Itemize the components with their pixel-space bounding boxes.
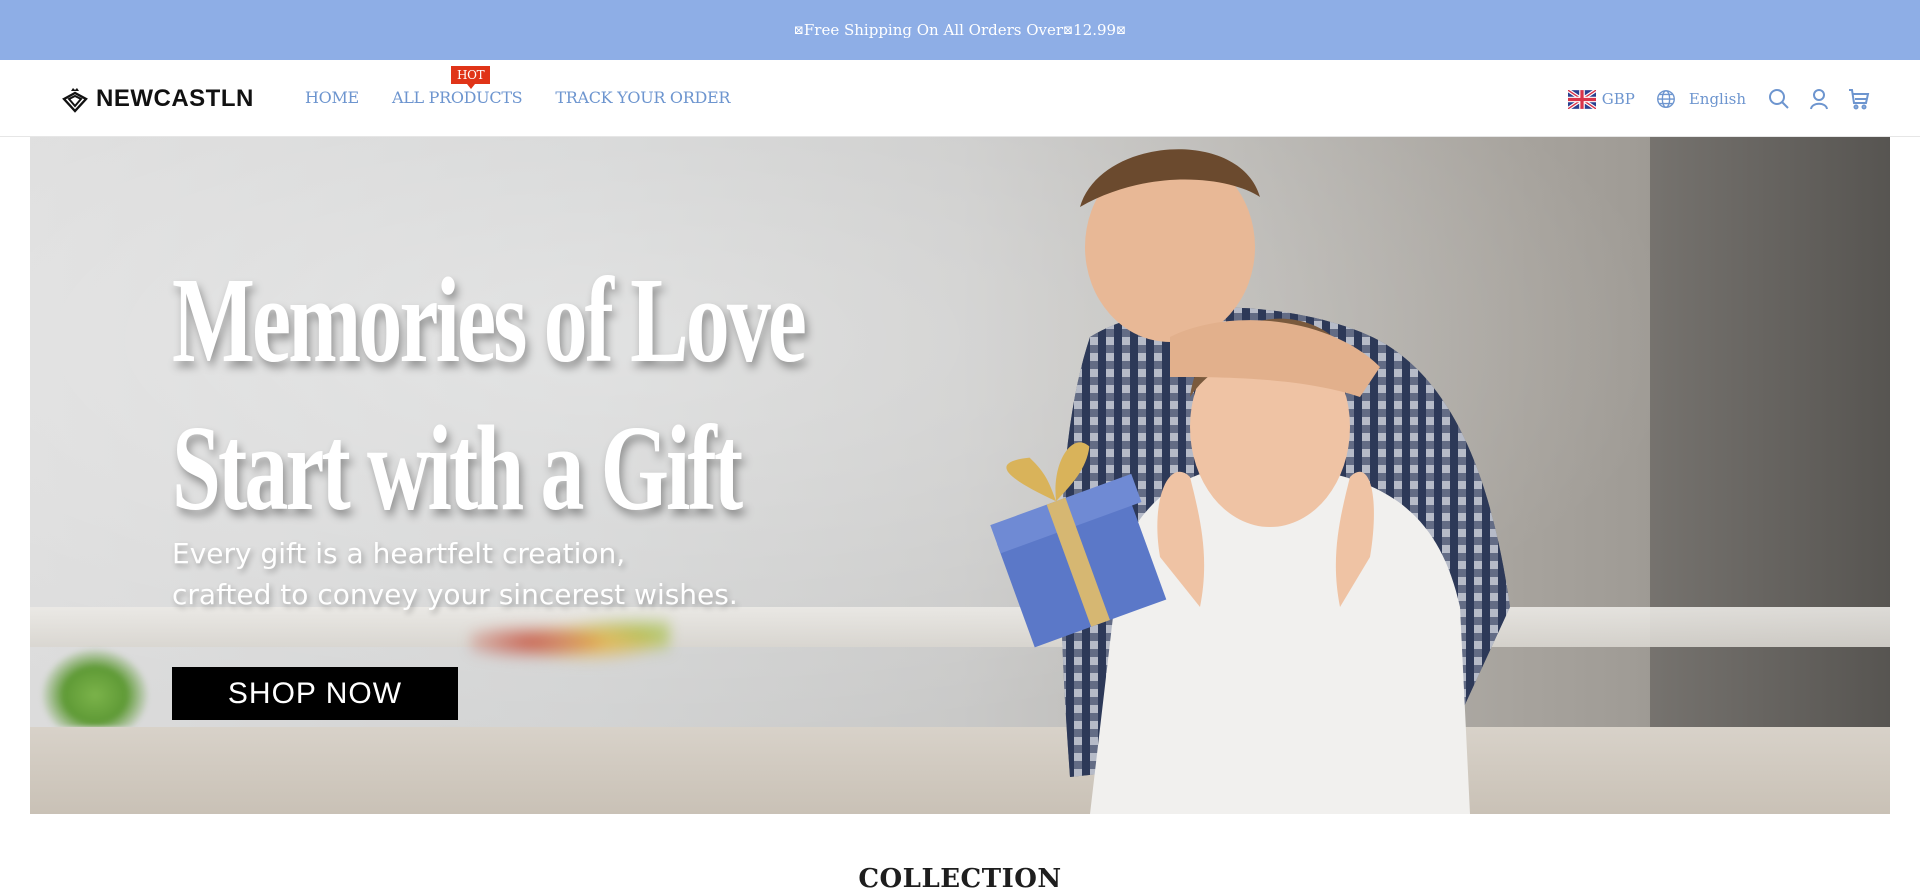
site-header: NEWCASTLN HOME HOT ALL PRODUCTS TRACK YO…	[0, 60, 1920, 137]
globe-icon	[1656, 90, 1675, 108]
hot-badge: HOT	[450, 66, 491, 89]
hero-subtitle-line-2: crafted to convey your sincerest wishes.	[172, 578, 738, 611]
cart-button[interactable]	[1846, 86, 1872, 112]
nav-all-products[interactable]: HOT ALL PRODUCTS	[391, 66, 523, 107]
uk-flag-icon	[1567, 89, 1596, 109]
hero-banner[interactable]: Memories of Love Start with a Gift Every…	[30, 137, 1890, 814]
hero-title: Memories of Love Start with a Gift	[172, 247, 807, 543]
nav-all-products-label: ALL PRODUCTS	[391, 88, 523, 107]
hero-background-fruit	[470, 607, 670, 677]
hero-title-line-2: Start with a Gift	[172, 401, 743, 536]
account-button[interactable]	[1806, 86, 1832, 112]
hero-subtitle: Every gift is a heartfelt creation, craf…	[172, 533, 738, 615]
missing-glyph-icon: ⊠	[793, 23, 804, 37]
search-icon	[1769, 89, 1789, 109]
currency-label: GBP	[1601, 90, 1635, 108]
hero-background-plant	[40, 647, 150, 727]
search-button[interactable]	[1766, 86, 1792, 112]
nav-track-order[interactable]: TRACK YOUR ORDER	[555, 88, 730, 107]
nav-track-order-label: TRACK YOUR ORDER	[555, 88, 731, 107]
announcement-amount: 12.99	[1073, 21, 1117, 39]
shop-now-button[interactable]: SHOP NOW	[172, 667, 458, 720]
hero-title-line-1: Memories of Love	[172, 253, 807, 388]
language-label: English	[1688, 90, 1746, 108]
cart-icon	[1849, 89, 1870, 110]
logo-link[interactable]: NEWCASTLN	[60, 82, 254, 116]
header-utilities: GBP English	[1567, 84, 1872, 114]
couple-with-gift-image	[990, 149, 1510, 814]
missing-glyph-icon: ⊠	[1116, 23, 1127, 37]
missing-glyph-icon: ⊠	[1063, 23, 1074, 37]
language-selector[interactable]: English	[1635, 88, 1746, 110]
hero-subtitle-line-1: Every gift is a heartfelt creation,	[172, 537, 626, 570]
nav-home-label: HOME	[305, 88, 359, 107]
nav-home[interactable]: HOME	[305, 88, 359, 107]
diamond-crown-logo-icon	[62, 88, 88, 113]
announcement-bar: ⊠ Free Shipping On All Orders Over ⊠ 12.…	[0, 0, 1920, 60]
logo-text: NEWCASTLN	[96, 85, 254, 112]
announcement-text: Free Shipping On All Orders Over	[803, 21, 1064, 39]
main-nav: HOME HOT ALL PRODUCTS TRACK YOUR ORDER	[305, 66, 730, 107]
account-icon	[1810, 89, 1828, 110]
collection-section-title: COLLECTION	[858, 864, 1062, 888]
currency-selector[interactable]: GBP	[1567, 89, 1635, 109]
